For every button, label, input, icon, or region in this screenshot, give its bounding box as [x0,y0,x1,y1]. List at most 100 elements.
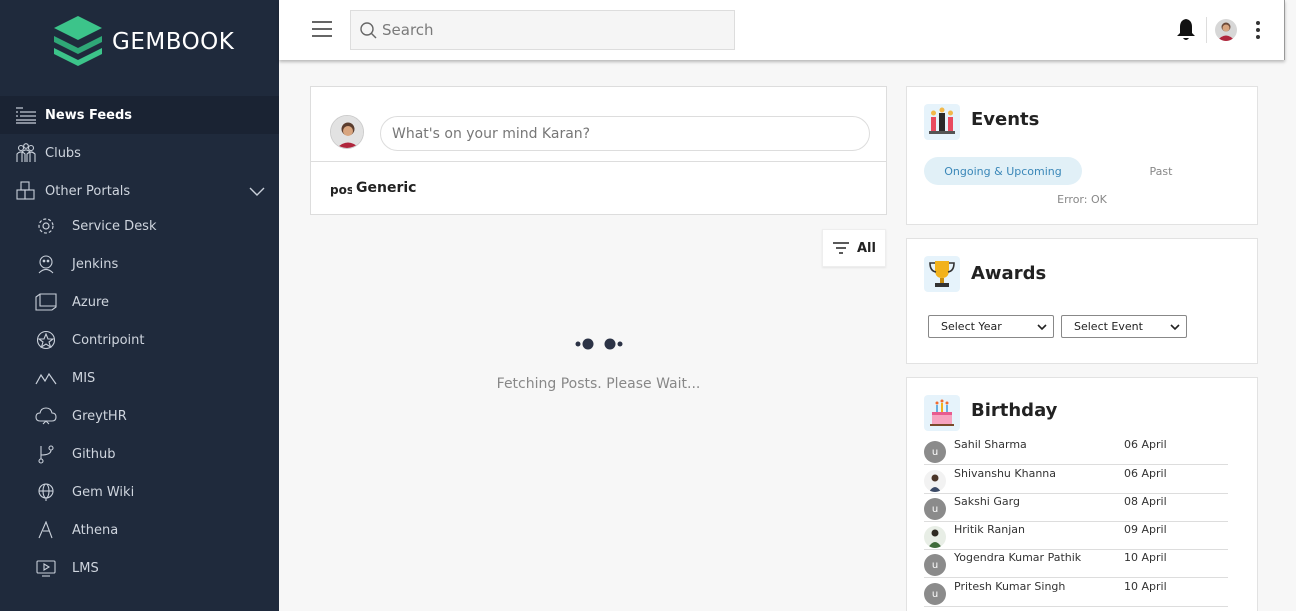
top-bar [279,0,1285,60]
birthday-avatar: u [924,583,946,605]
sidebar-item-clubs[interactable]: Clubs [0,134,279,172]
birthday-row[interactable]: u Pritesh Kumar Singh 10 April [924,578,1228,607]
sidebar-item-greythr[interactable]: GreytHR [0,397,279,435]
birthday-avatar: u [924,498,946,520]
sidebar-item-athena[interactable]: Athena [0,511,279,549]
sidebar-item-label: Other Portals [45,183,131,199]
events-tab-ongoing-upcoming[interactable]: Ongoing & Upcoming [924,157,1082,185]
birthday-date: 06 April [1124,438,1167,451]
birthday-date: 09 April [1124,523,1167,536]
globe-icon [34,480,58,504]
athena-icon [34,518,58,542]
user-avatar[interactable] [1215,19,1237,41]
hamburger-menu-icon[interactable] [311,19,333,39]
jenkins-icon [34,252,58,276]
header-divider [1206,17,1207,43]
sidebar-item-label: Clubs [45,145,81,161]
mis-icon [34,366,58,390]
trophy-icon [924,256,960,292]
search-icon [360,22,377,39]
sidebar-item-gem-wiki[interactable]: Gem Wiki [0,473,279,511]
birthday-row[interactable]: Hritik Ranjan 09 April [924,521,1228,550]
chevron-down-icon [1037,324,1047,331]
birthday-cake-icon [924,395,960,431]
post-type-tab-generic[interactable]: pos Generic [330,179,416,197]
search-bar [350,10,735,50]
clubs-icon [14,141,38,165]
birthday-date: 08 April [1124,495,1167,508]
birthday-name: Sakshi Garg [954,495,1020,508]
sidebar-item-label: Gem Wiki [72,484,135,500]
portals-icon [14,179,38,203]
logo-icon [54,16,102,66]
loading-message: Fetching Posts. Please Wait... [496,376,701,392]
chevron-down-icon [1170,324,1180,331]
awards-card: Awards Select Year Select Event [906,238,1258,364]
birthday-avatar [924,526,946,548]
sidebar-item-label: LMS [72,560,99,576]
gembook-logo[interactable]: GEMBOOK [50,14,234,70]
brand-name: GEMBOOK [112,29,235,55]
sidebar-item-label: Azure [72,294,110,310]
search-input[interactable] [382,21,712,39]
sidebar-item-other-portals[interactable]: Other Portals [0,172,279,210]
sidebar-item-label: Github [72,446,116,462]
sidebar-item-mis[interactable]: MIS [0,359,279,397]
events-title: Events [971,109,1040,130]
events-tab-past[interactable]: Past [1107,157,1215,185]
sidebar-item-github[interactable]: Github [0,435,279,473]
sidebar-item-label: GreytHR [72,408,127,424]
post-type-label: Generic [356,180,417,196]
birthday-row[interactable]: u Sahil Sharma 06 April [924,436,1228,465]
events-icon [924,104,960,140]
events-error-text: Error: OK [1057,193,1107,206]
sidebar-item-news-feeds[interactable]: News Feeds [0,96,279,134]
sidebar-item-jenkins[interactable]: Jenkins [0,245,279,283]
birthday-name: Yogendra Kumar Pathik [954,551,1082,564]
birthday-row[interactable]: u Yogendra Kumar Pathik 10 April [924,549,1228,578]
cloud-icon [34,404,58,428]
post-input[interactable]: What's on your mind Karan? [380,116,870,151]
composer-avatar [330,115,364,149]
loading-spinner [575,338,623,350]
feed-filter-button[interactable]: All [822,229,886,267]
awards-title: Awards [971,263,1047,284]
sidebar-item-service-desk[interactable]: Service Desk [0,207,279,245]
composer-divider [311,161,886,162]
select-year-dropdown[interactable]: Select Year [928,315,1054,338]
notification-bell-icon[interactable] [1175,18,1197,42]
git-branch-icon [34,442,58,466]
sidebar-item-contripoint[interactable]: Contripoint [0,321,279,359]
birthday-name: Hritik Ranjan [954,523,1025,536]
news-icon [14,103,38,127]
birthday-row[interactable]: Shivanshu Khanna 06 April [924,465,1228,494]
post-composer: What's on your mind Karan? pos Generic [310,86,887,215]
birthday-date: 10 April [1124,580,1167,593]
chevron-down-icon[interactable] [249,184,265,198]
events-card: Events Ongoing & Upcoming Past Error: OK [906,86,1258,225]
sidebar-item-label: Contripoint [72,332,145,348]
sidebar-item-label: News Feeds [45,107,133,123]
lms-icon [34,556,58,580]
filter-icon [833,242,849,254]
select-event-dropdown[interactable]: Select Event [1061,315,1187,338]
birthday-avatar: u [924,441,946,463]
birthday-name: Shivanshu Khanna [954,467,1057,480]
select-year-value: Select Year [941,320,1002,333]
birthday-avatar [924,470,946,492]
birthday-date: 06 April [1124,467,1167,480]
birthday-name: Pritesh Kumar Singh [954,580,1066,593]
more-options-icon[interactable] [1253,20,1263,40]
sidebar-item-azure[interactable]: Azure [0,283,279,321]
birthday-row[interactable]: u Sakshi Garg 08 April [924,493,1228,522]
select-event-value: Select Event [1074,320,1143,333]
sidebar: GEMBOOK News Feeds Clubs Other Portals S… [0,0,279,611]
sidebar-item-lms[interactable]: LMS [0,549,279,587]
post-input-placeholder: What's on your mind Karan? [392,125,591,142]
azure-icon [34,290,58,314]
sidebar-item-label: MIS [72,370,96,386]
post-type-icon-fallback: pos [330,183,352,197]
birthday-title: Birthday [971,400,1058,421]
sidebar-item-label: Athena [72,522,119,538]
birthday-card: Birthday u Sahil Sharma 06 April Shivans… [906,377,1258,611]
